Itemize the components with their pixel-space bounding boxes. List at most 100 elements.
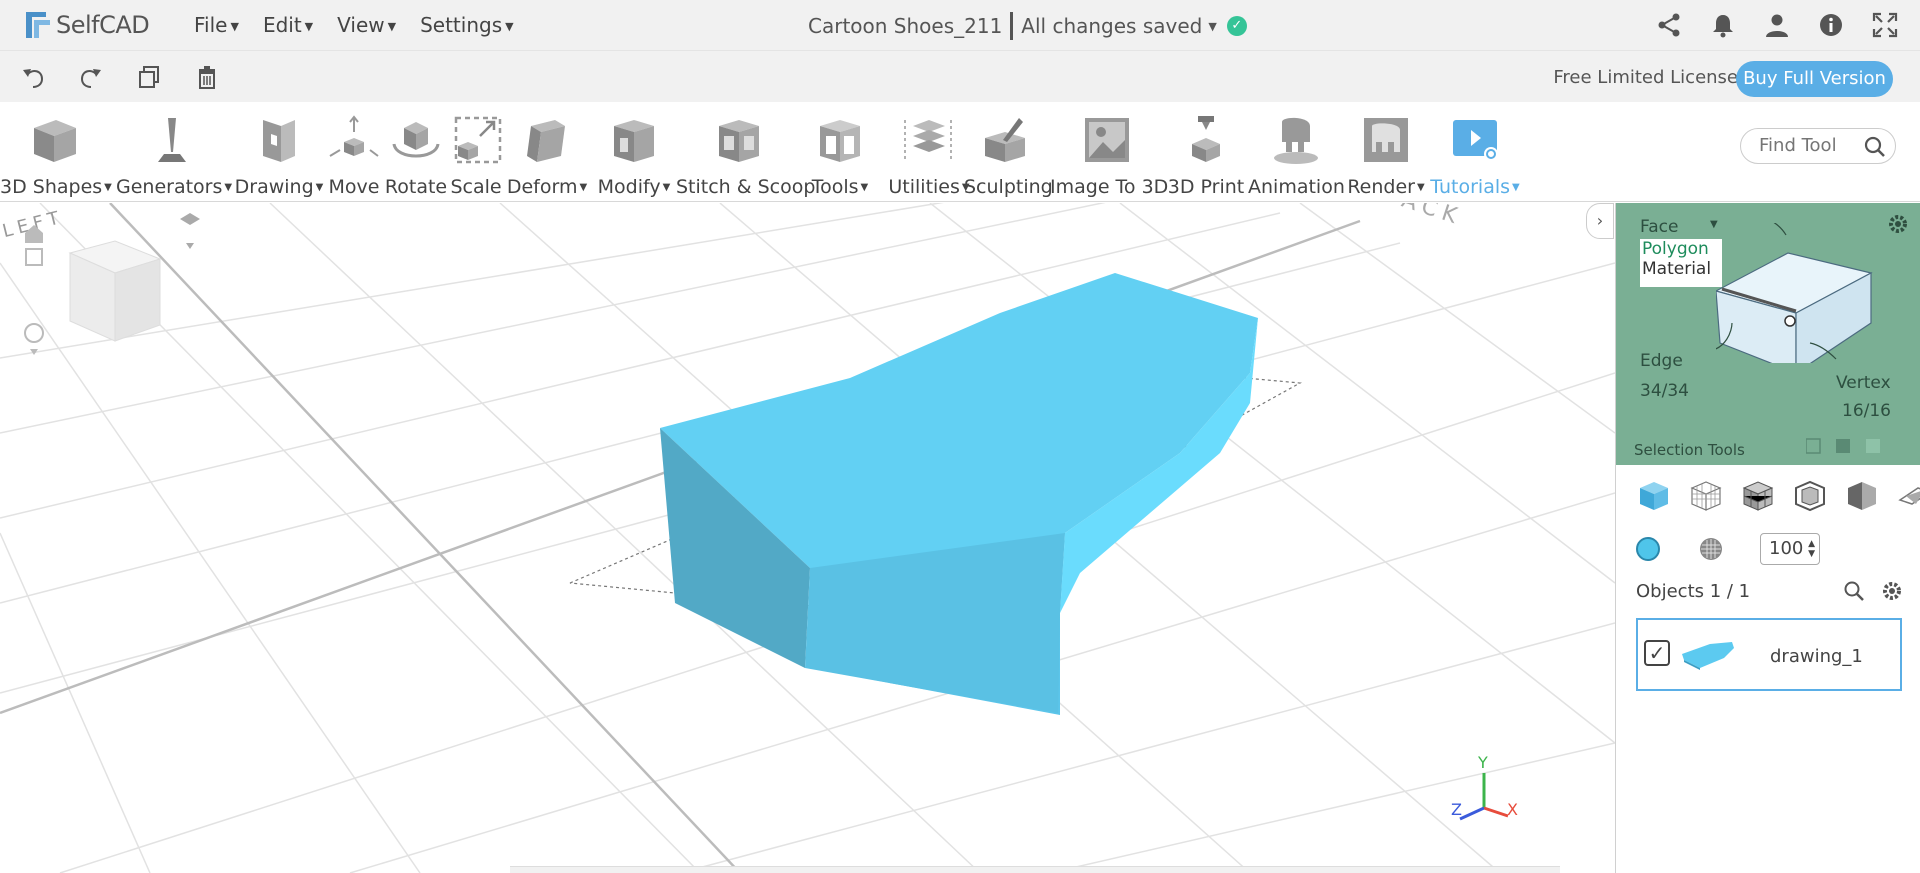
rotate-icon: [392, 122, 440, 158]
selection-mode-icons: [1806, 438, 1880, 454]
scale-icon: [454, 116, 502, 164]
image-to-3d-icon: [1085, 118, 1129, 162]
gear-icon[interactable]: [1887, 213, 1909, 235]
tool-tutorials[interactable]: Tutorials ▼: [1430, 102, 1520, 202]
3d-viewport[interactable]: BACK LEFT Y X Z: [0, 203, 1615, 873]
utilities-icon: [904, 120, 952, 160]
undo-icon[interactable]: [20, 64, 46, 90]
grid-cube-icon[interactable]: [1740, 478, 1776, 514]
appearance-row: 100 ▲ ▼: [1636, 533, 1820, 565]
z-axis-label: Z: [1451, 800, 1462, 819]
buy-full-version-button[interactable]: Buy Full Version: [1736, 61, 1893, 97]
object-visibility-checkbox[interactable]: ✓: [1644, 640, 1670, 666]
cube-icon: [34, 120, 76, 162]
tool-3d-shapes[interactable]: 3D Shapes ▼: [0, 102, 112, 202]
vertex-mode[interactable]: Vertex: [1836, 373, 1891, 393]
axes-gizmo: Y X Z: [1451, 753, 1518, 821]
top-icons: [1656, 12, 1898, 38]
info-icon[interactable]: [1818, 12, 1844, 38]
tool-drawing[interactable]: Drawing ▼: [234, 102, 324, 202]
material-mode[interactable]: Material: [1642, 259, 1722, 279]
title-divider: [1010, 12, 1014, 40]
selection-tools-label: Selection Tools: [1634, 441, 1745, 459]
wireframe-cube-icon[interactable]: [1688, 478, 1724, 514]
drawing-icon: [263, 120, 295, 162]
tool-move[interactable]: Move: [326, 102, 382, 202]
saved-check-icon: ✓: [1226, 16, 1247, 36]
solid-cube-icon[interactable]: [1636, 478, 1672, 514]
document-title-area: Cartoon Shoes_211 All changes saved ▼ ✓: [808, 12, 1247, 40]
tool-animation[interactable]: Animation: [1248, 102, 1345, 202]
edge-mode[interactable]: Edge: [1640, 351, 1683, 371]
tutorials-icon: [1453, 120, 1498, 161]
objects-count: Objects 1 / 1: [1636, 581, 1751, 602]
object-list-item[interactable]: ✓ drawing_1: [1636, 618, 1902, 691]
find-tool-search: [1740, 128, 1896, 164]
tool-image-to-3d[interactable]: Image To 3D: [1050, 102, 1168, 202]
menu-edit[interactable]: Edit ▼: [263, 13, 313, 37]
right-panel: Face ▼ Polygon Material Edge 34/34 Verte…: [1615, 203, 1920, 873]
x-axis-label: X: [1507, 800, 1518, 819]
selection-tools-panel: Face ▼ Polygon Material Edge 34/34 Verte…: [1616, 203, 1920, 465]
fit-view-icon[interactable]: [25, 248, 43, 266]
generators-icon: [158, 118, 186, 162]
sculpting-icon: [985, 118, 1025, 162]
polygon-mode[interactable]: Polygon: [1642, 239, 1722, 259]
opacity-spinner-icon[interactable]: ▲ ▼: [1808, 539, 1815, 559]
collapse-panel-button[interactable]: ›: [1586, 203, 1614, 239]
tool-modify[interactable]: Modify ▼: [594, 102, 674, 202]
fullscreen-icon[interactable]: [1872, 12, 1898, 38]
tool-stitch-scoop[interactable]: Stitch & Scoop: [676, 102, 815, 202]
texture-icon[interactable]: [1698, 536, 1724, 562]
tool-tools[interactable]: Tools ▼: [806, 102, 874, 202]
plane-icon[interactable]: [1896, 478, 1920, 514]
tool-scale[interactable]: Scale: [450, 102, 502, 202]
face-mode[interactable]: Face: [1640, 217, 1678, 237]
selfcad-logo-icon: [26, 12, 50, 38]
find-tool-input[interactable]: [1759, 135, 1859, 156]
copy-icon[interactable]: [136, 64, 162, 90]
scene-canvas[interactable]: BACK LEFT Y X Z: [0, 203, 1615, 873]
tool-sculpting[interactable]: Sculpting: [964, 102, 1053, 202]
color-picker[interactable]: [1636, 537, 1660, 561]
orbit-icon[interactable]: [24, 323, 44, 343]
view-cube[interactable]: [68, 240, 162, 342]
user-icon[interactable]: [1764, 12, 1790, 38]
xray-cube-icon[interactable]: [1792, 478, 1828, 514]
trash-icon[interactable]: [194, 64, 220, 90]
share-icon[interactable]: [1656, 12, 1682, 38]
bottom-bar: [510, 866, 1560, 873]
projection-icon[interactable]: [180, 213, 200, 225]
logo[interactable]: SelfCAD: [20, 8, 170, 42]
menu-view[interactable]: View ▼: [337, 13, 396, 37]
menu-settings[interactable]: Settings ▼: [420, 13, 514, 37]
render-icon: [1364, 118, 1408, 162]
objects-actions: [1842, 579, 1904, 603]
tool-generators[interactable]: Generators ▼: [116, 102, 232, 202]
opacity-input[interactable]: 100 ▲ ▼: [1760, 533, 1820, 565]
redo-icon[interactable]: [78, 64, 104, 90]
settings-gear-icon[interactable]: [1880, 579, 1904, 603]
save-status[interactable]: All changes saved: [1021, 14, 1202, 38]
z-axis-line: [109, 203, 741, 873]
tool-rotate[interactable]: Rotate: [384, 102, 448, 202]
tool-render[interactable]: Render ▼: [1346, 102, 1426, 202]
projection-dropdown-icon[interactable]: [186, 243, 194, 249]
animation-icon: [1274, 117, 1318, 164]
back-label: BACK: [1378, 203, 1465, 231]
tool-deform[interactable]: Deform ▼: [506, 102, 588, 202]
menu-file[interactable]: File ▼: [194, 13, 239, 37]
tool-3d-print[interactable]: 3D Print: [1166, 102, 1246, 202]
selection-box-diagram: [1716, 223, 1873, 363]
menu-bar: SelfCAD File ▼ Edit ▼ View ▼ Settings ▼ Cart…: [0, 0, 1920, 50]
logo-text: SelfCAD: [56, 11, 150, 39]
search-icon[interactable]: [1842, 579, 1866, 603]
document-title[interactable]: Cartoon Shoes_211: [808, 14, 1002, 38]
search-icon[interactable]: [1861, 133, 1889, 161]
modify-icon: [614, 120, 654, 162]
shaded-cube-icon[interactable]: [1844, 478, 1880, 514]
bell-icon[interactable]: [1710, 12, 1736, 38]
save-status-caret-icon[interactable]: ▼: [1208, 20, 1216, 33]
tools-icon: [820, 120, 860, 162]
polygon-material-box: Polygon Material: [1640, 239, 1722, 287]
